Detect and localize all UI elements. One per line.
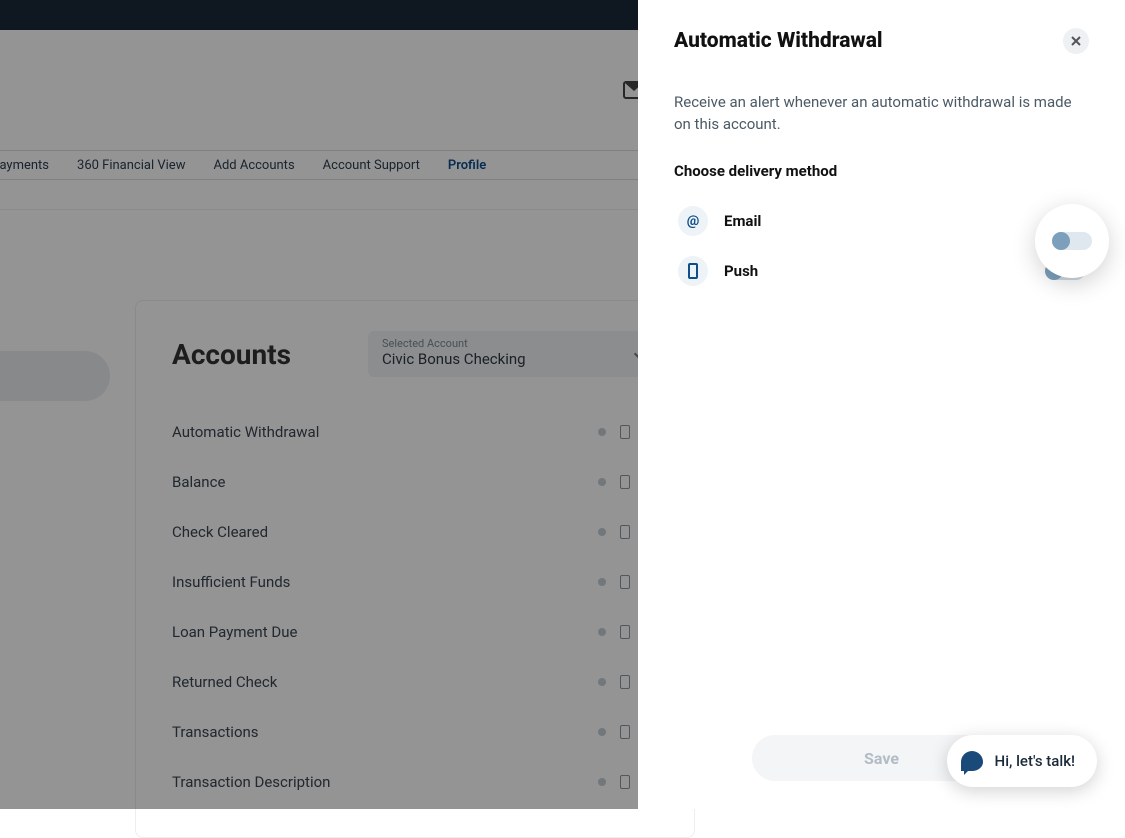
at-icon: @ [678, 206, 708, 236]
close-icon [1071, 36, 1081, 46]
highlight-ring [1035, 204, 1109, 278]
panel-subheading: Choose delivery method [674, 162, 1089, 180]
method-row-push: Push [674, 246, 1089, 296]
chat-widget[interactable]: Hi, let's talk! [947, 735, 1097, 787]
chat-bubble-icon [961, 751, 983, 771]
side-panel: Automatic Withdrawal Receive an alert wh… [638, 0, 1125, 809]
close-button[interactable] [1063, 28, 1089, 54]
panel-description: Receive an alert whenever an automatic w… [674, 92, 1089, 136]
phone-icon [678, 256, 708, 286]
toggle-push[interactable] [1052, 232, 1092, 250]
method-row-email: @ Email [674, 196, 1089, 246]
method-label-push: Push [724, 262, 758, 280]
method-label-email: Email [724, 212, 761, 230]
chat-label: Hi, let's talk! [995, 752, 1075, 770]
panel-title: Automatic Withdrawal [674, 29, 883, 53]
